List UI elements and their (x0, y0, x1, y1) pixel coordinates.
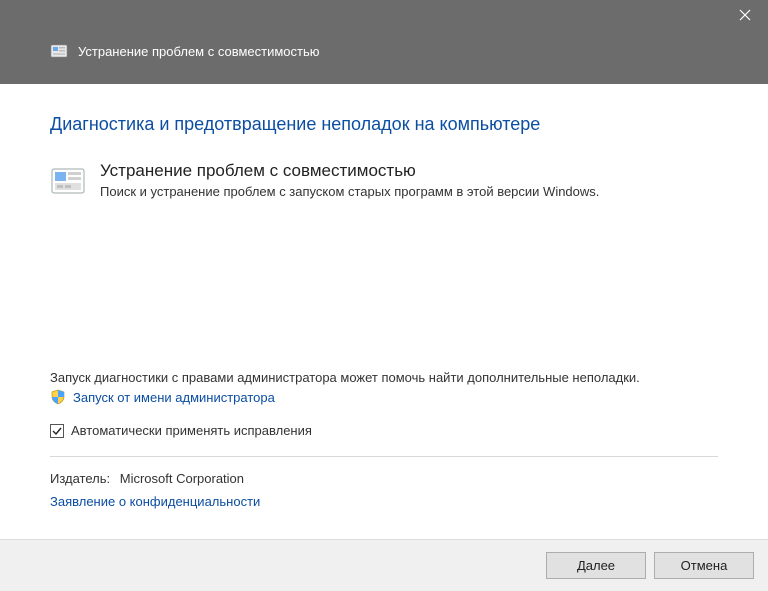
publisher-label: Издатель: (50, 471, 110, 486)
admin-text: Запуск диагностики с правами администрат… (50, 369, 718, 387)
close-button[interactable] (722, 0, 768, 30)
publisher-value: Microsoft Corporation (120, 471, 244, 486)
troubleshooter-section: Устранение проблем с совместимостью Поис… (50, 161, 718, 201)
next-button[interactable]: Далее (546, 552, 646, 579)
content-area: Диагностика и предотвращение неполадок н… (0, 84, 768, 539)
troubleshoot-icon (50, 42, 68, 60)
run-as-admin-link[interactable]: Запуск от имени администратора (73, 390, 275, 405)
button-bar: Далее Отмена (0, 539, 768, 591)
titlebar: Устранение проблем с совместимостью (0, 0, 768, 84)
cancel-button[interactable]: Отмена (654, 552, 754, 579)
publisher-row: Издатель: Microsoft Corporation (50, 471, 718, 486)
auto-fix-label: Автоматически применять исправления (71, 423, 312, 438)
section-text: Устранение проблем с совместимостью Поис… (100, 161, 599, 201)
check-icon (52, 426, 62, 436)
main-heading: Диагностика и предотвращение неполадок н… (50, 114, 718, 135)
titlebar-controls (0, 0, 768, 34)
auto-fix-checkbox[interactable] (50, 424, 64, 438)
admin-block: Запуск диагностики с правами администрат… (50, 369, 718, 405)
close-icon (739, 9, 751, 21)
section-title: Устранение проблем с совместимостью (100, 161, 599, 181)
admin-link-row[interactable]: Запуск от имени администратора (50, 389, 718, 405)
divider (50, 456, 718, 457)
compatibility-icon (50, 163, 86, 199)
window-title: Устранение проблем с совместимостью (78, 44, 320, 59)
section-description: Поиск и устранение проблем с запуском ст… (100, 183, 599, 201)
auto-fix-row: Автоматически применять исправления (50, 423, 718, 438)
shield-icon (50, 389, 66, 405)
titlebar-main: Устранение проблем с совместимостью (0, 34, 768, 68)
privacy-link[interactable]: Заявление о конфиденциальности (50, 494, 718, 509)
